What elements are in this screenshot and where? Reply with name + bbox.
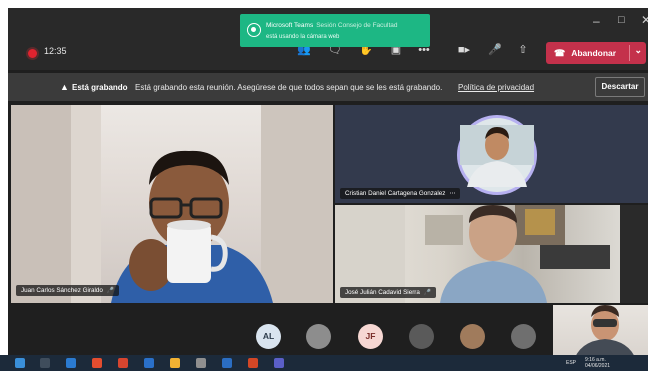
- search-icon[interactable]: [40, 358, 50, 368]
- participant-avatar[interactable]: [409, 324, 434, 349]
- chevron-down-icon[interactable]: ⌄: [634, 45, 642, 56]
- recording-banner: ▲ Está grabando Está grabando esta reuni…: [8, 73, 648, 101]
- dismiss-button[interactable]: Descartar: [595, 77, 645, 97]
- outlook-icon[interactable]: [144, 358, 154, 368]
- toast-message: está usando la cámara web: [266, 34, 340, 40]
- camera-icon[interactable]: ■▸: [455, 42, 473, 58]
- windows-taskbar: ESP 9:16 a.m. 04/06/2021: [0, 355, 648, 371]
- privacy-policy-link[interactable]: Política de privacidad: [458, 83, 534, 92]
- mic-icon: 🎤: [106, 288, 115, 294]
- language-indicator[interactable]: ESP: [566, 360, 576, 366]
- more-icon[interactable]: ⋯: [449, 191, 455, 197]
- participant-avatar[interactable]: [306, 324, 331, 349]
- call-timer: 12:35: [44, 46, 67, 56]
- participant-name: Juan Carlos Sánchez Giraldo: [21, 287, 103, 294]
- webcam-icon: [247, 23, 261, 37]
- toast-header: Microsoft Teams Sesión Consejo de Faculta…: [266, 22, 398, 29]
- chrome-icon[interactable]: [92, 358, 102, 368]
- maximize-icon[interactable]: □: [618, 14, 625, 26]
- banner-text: Está grabando esta reunión. Asegúrese de…: [135, 83, 443, 92]
- video-tile-main[interactable]: Juan Carlos Sánchez Giraldo 🎤: [11, 105, 333, 303]
- file-explorer-icon[interactable]: [170, 358, 180, 368]
- toast-app-sub: Sesión Consejo de Facultad: [316, 22, 398, 29]
- clock[interactable]: 9:16 a.m. 04/06/2021: [585, 357, 610, 369]
- share-screen-icon[interactable]: ⇧: [514, 42, 532, 58]
- windows-start-icon[interactable]: [15, 358, 25, 368]
- main-video-feed: [11, 105, 333, 303]
- participant-name-tag: Cristian Daniel Cartagena Gonzalez ⋯: [340, 188, 461, 199]
- close-icon[interactable]: ✕: [641, 13, 648, 27]
- store-icon[interactable]: [196, 358, 206, 368]
- participant-name-tag: Juan Carlos Sánchez Giraldo 🎤: [16, 285, 120, 296]
- teams-window: 12:35 👥 🗨 ✋ ▣ ••• ■▸ 🎤 ⇧ ☎ Abandonar ⌄ –…: [8, 8, 648, 363]
- banner-title: Está grabando: [72, 83, 128, 92]
- teams-icon[interactable]: [274, 358, 284, 368]
- leave-button[interactable]: ☎ Abandonar ⌄: [546, 42, 646, 64]
- video-tile-jose[interactable]: José Julián Cadavid Sierra 🎤: [335, 205, 648, 303]
- clock-date: 04/06/2021: [585, 363, 611, 369]
- participant-name-tag: José Julián Cadavid Sierra 🎤: [340, 287, 437, 298]
- participant-avatar[interactable]: JF: [358, 324, 383, 349]
- camera-notification-toast[interactable]: Microsoft Teams Sesión Consejo de Faculta…: [240, 14, 430, 47]
- mic-icon: 🎤: [423, 290, 432, 296]
- recording-indicator-icon: [28, 49, 37, 58]
- participant-avatar[interactable]: [460, 324, 485, 349]
- mic-icon[interactable]: 🎤: [486, 42, 504, 58]
- powerpoint-icon[interactable]: [248, 358, 258, 368]
- leave-label: Abandonar: [571, 48, 617, 58]
- office-icon[interactable]: [118, 358, 128, 368]
- warning-icon: ▲: [60, 82, 69, 92]
- participant-avatar[interactable]: AL: [256, 324, 281, 349]
- toast-app-name: Microsoft Teams: [266, 22, 314, 29]
- minimize-icon[interactable]: –: [593, 14, 600, 28]
- video-tile-cristian[interactable]: Cristian Daniel Cartagena Gonzalez ⋯: [335, 105, 648, 203]
- edge-icon[interactable]: [66, 358, 76, 368]
- phone-hangup-icon: ☎: [554, 47, 566, 58]
- leave-divider: [629, 45, 630, 61]
- word-icon[interactable]: [222, 358, 232, 368]
- participant-name: José Julián Cadavid Sierra: [345, 289, 420, 296]
- participant-avatar[interactable]: [511, 324, 536, 349]
- participant-name: Cristian Daniel Cartagena Gonzalez: [345, 190, 446, 197]
